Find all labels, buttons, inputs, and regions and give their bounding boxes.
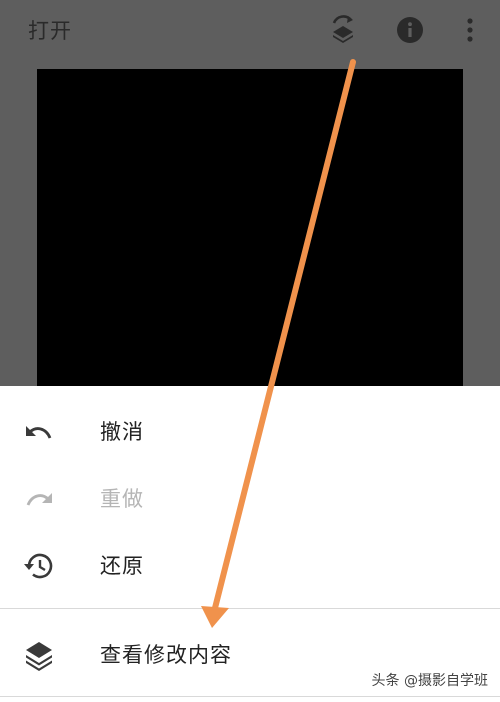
- menu-item-label: 撤消: [100, 420, 144, 444]
- menu-item-revert[interactable]: 还原: [0, 534, 500, 598]
- undo-icon: [22, 415, 56, 449]
- menu-item-undo[interactable]: 撤消: [0, 400, 500, 464]
- info-icon[interactable]: [394, 14, 426, 46]
- open-button[interactable]: 打开: [28, 16, 72, 46]
- menu-divider: [0, 696, 500, 697]
- watermark: 头条 @摄影自学班: [371, 673, 488, 689]
- redo-icon: [22, 482, 56, 516]
- edit-stack-icon[interactable]: [327, 14, 359, 46]
- menu-divider: [0, 608, 500, 609]
- history-icon: [22, 549, 56, 583]
- more-vert-icon[interactable]: [454, 14, 486, 46]
- screen: 打开 撤消 重做 还原 查看修改内容 头条 @摄影自学班: [0, 0, 500, 702]
- menu-item-label: 查看修改内容: [100, 643, 232, 667]
- app-bar: 打开: [0, 0, 500, 62]
- image-canvas: [0, 62, 500, 392]
- menu-item-redo[interactable]: 重做: [0, 467, 500, 531]
- edit-history-menu: 撤消 重做 还原 查看修改内容: [0, 386, 500, 702]
- photo-preview: [37, 69, 463, 392]
- menu-item-label: 还原: [100, 554, 144, 578]
- menu-item-label: 重做: [100, 487, 144, 511]
- layers-icon: [22, 638, 56, 672]
